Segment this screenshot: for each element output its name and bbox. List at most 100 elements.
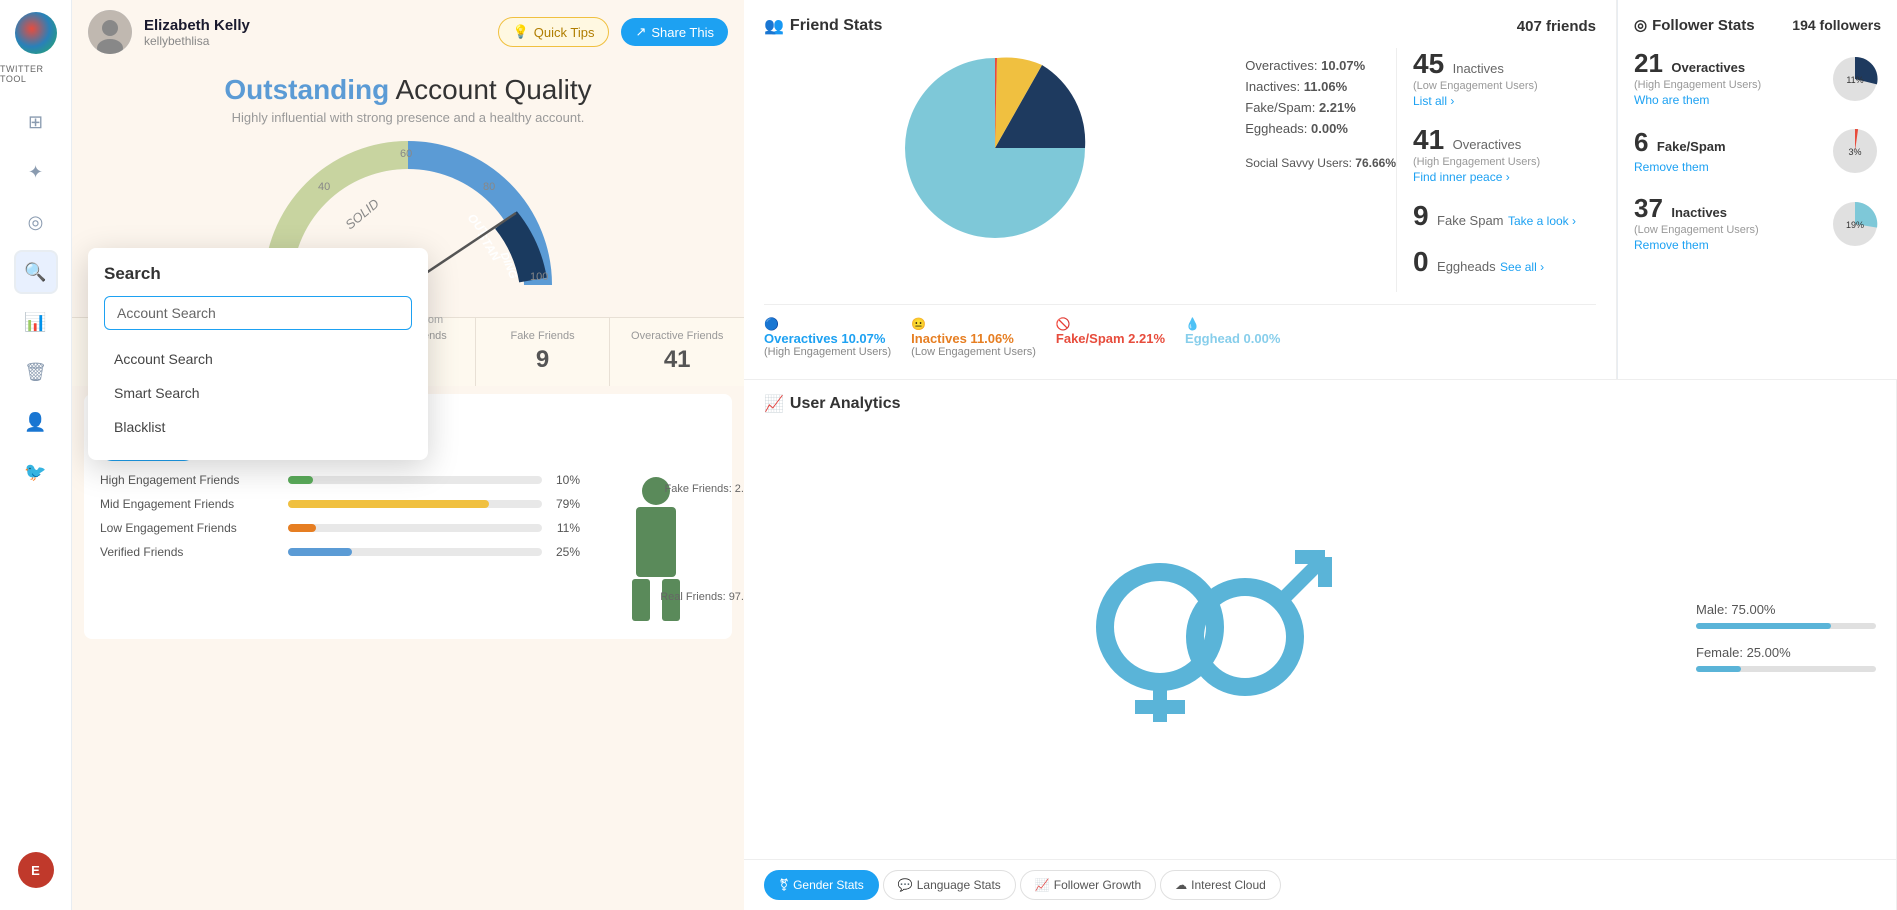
user-avatar-small[interactable]: E: [18, 852, 54, 888]
bs-overactives: 🔵 Overactives 10.07% (High Engagement Us…: [764, 317, 891, 358]
stat-card-fakespam: 9 Fake Spam Take a look ›: [1413, 200, 1596, 232]
stat-card-eggheads-label: Eggheads: [1437, 259, 1496, 274]
sidebar-item-users[interactable]: 👤: [14, 400, 58, 444]
annotation-fake: Fake Friends: 2.21%: [665, 483, 745, 495]
friend-stats-body: Overactives: 10.07% Inactives: 11.06% Fa…: [764, 48, 1596, 292]
bar-track-high: [288, 476, 542, 484]
stat-card-fakespam-link[interactable]: Take a look ›: [1508, 214, 1576, 228]
search-input[interactable]: Account Search: [104, 296, 412, 330]
friends-content: High Engagement Friends 10% Mid Engageme…: [100, 473, 716, 623]
fs-link-overactives[interactable]: Who are them: [1634, 93, 1709, 107]
left-header: Elizabeth Kelly kellybethlisa 💡 Quick Ti…: [72, 0, 744, 64]
outstanding-label: Outstanding: [224, 74, 389, 105]
sidebar-item-analytics[interactable]: 📊: [14, 300, 58, 344]
sidebar-item-target[interactable]: ◎: [14, 200, 58, 244]
stat-card-inactives-sub: (Low Engagement Users): [1413, 80, 1596, 92]
stat-card-eggheads-link[interactable]: See all ›: [1500, 260, 1544, 274]
search-option-account[interactable]: Account Search: [104, 342, 412, 376]
user-analytics-title: 📈 User Analytics: [764, 394, 1876, 414]
fs-sub-inactives: (Low Engagement Users): [1634, 224, 1819, 236]
bar-pct-verified: 25%: [550, 545, 580, 559]
fs-row-inactives: 37 Inactives (Low Engagement Users) Remo…: [1634, 193, 1881, 254]
user-analytics-panel: 📈 User Analytics: [744, 380, 1897, 910]
tab-language-stats[interactable]: 💬 Language Stats: [883, 870, 1016, 900]
stat-card-eggheads: 0 Eggheads See all ›: [1413, 246, 1596, 278]
svg-text:80: 80: [483, 181, 495, 193]
search-option-smart[interactable]: Smart Search: [104, 376, 412, 410]
stat-card-inactives-link[interactable]: List all ›: [1413, 94, 1454, 108]
fs-info-overactives: 21 Overactives (High Engagement Users) W…: [1634, 48, 1819, 109]
legend-fakespam: Fake/Spam: 2.21%: [1245, 100, 1396, 115]
fs-category-fakespam: Fake/Spam: [1657, 139, 1726, 154]
bar-fill-mid: [288, 500, 489, 508]
svg-text:40: 40: [318, 181, 330, 193]
svg-text:3%: 3%: [1848, 147, 1861, 157]
friends-icon: 👥: [764, 16, 784, 36]
tab-interest-cloud[interactable]: ☁ Interest Cloud: [1160, 870, 1281, 900]
stat-overactive: Overactive Friends 41: [610, 318, 744, 386]
language-icon: 💬: [898, 878, 913, 892]
legend-overactives: Overactives: 10.07%: [1245, 58, 1396, 73]
bar-pct-high: 10%: [550, 473, 580, 487]
female-pct: Female: 25.00%: [1696, 645, 1876, 660]
analytics-icon: 📈: [764, 394, 784, 414]
bs-egghead: 💧 Egghead 0.00%: [1185, 317, 1280, 358]
sidebar-item-twitter[interactable]: 🐦: [14, 450, 58, 494]
bar-row-low: Low Engagement Friends 11%: [100, 521, 580, 535]
stat-card-overactives-link[interactable]: Find inner peace ›: [1413, 170, 1510, 184]
friend-stats-side: 45 Inactives (Low Engagement Users) List…: [1396, 48, 1596, 292]
left-panel: Elizabeth Kelly kellybethlisa 💡 Quick Ti…: [72, 0, 744, 910]
bar-row-high: High Engagement Friends 10%: [100, 473, 580, 487]
cloud-icon: ☁: [1175, 878, 1187, 892]
bs-egghead-value: Egghead 0.00%: [1185, 331, 1280, 346]
search-dropdown-title: Search: [104, 264, 412, 284]
sidebar-item-trash[interactable]: 🗑: [14, 350, 58, 394]
score-title-rest: Account Quality: [396, 74, 592, 105]
legend-eggheads: Eggheads: 0.00%: [1245, 121, 1396, 136]
person-figure: Fake Friends: 2.21% Real Friends: 97.79%: [596, 473, 716, 623]
fs-link-inactives[interactable]: Remove them: [1634, 238, 1709, 252]
friend-stats-title: 👥 Friend Stats: [764, 16, 882, 36]
search-option-blacklist[interactable]: Blacklist: [104, 410, 412, 444]
svg-text:19%: 19%: [1846, 220, 1864, 230]
share-icon: ↗: [635, 24, 646, 40]
analytics-right: Male: 75.00% Female: 25.00%: [1676, 414, 1896, 859]
svg-text:60: 60: [400, 148, 412, 160]
bar-track-mid: [288, 500, 542, 508]
svg-text:100: 100: [530, 271, 548, 283]
bar-label-high: High Engagement Friends: [100, 473, 280, 487]
analytics-body: Male: 75.00% Female: 25.00%: [744, 414, 1896, 859]
friend-stats-panel: 👥 Friend Stats 407 friends: [744, 0, 1617, 379]
pie-chart-area: [764, 48, 1225, 292]
tab-gender-stats[interactable]: ⚧ Gender Stats: [764, 870, 879, 900]
fs-row-overactives: 21 Overactives (High Engagement Users) W…: [1634, 48, 1881, 109]
fs-link-fakespam[interactable]: Remove them: [1634, 160, 1709, 174]
fs-mini-pie-fakespam: 3%: [1829, 125, 1881, 177]
bar-fill-verified: [288, 548, 352, 556]
bar-pct-mid: 79%: [550, 497, 580, 511]
annotation-real: Real Friends: 97.79%: [660, 591, 744, 603]
analytics-left: [744, 414, 1676, 859]
stat-card-inactives-label: Inactives: [1453, 61, 1504, 76]
fs-category-overactives: Overactives: [1671, 60, 1745, 75]
follower-stats-count: 194 followers: [1792, 17, 1881, 33]
sidebar-item-dashboard[interactable]: ⊞: [14, 100, 58, 144]
right-bottom: 📈 User Analytics: [744, 380, 1897, 910]
bar-charts: High Engagement Friends 10% Mid Engageme…: [100, 473, 580, 623]
pie-legend: Overactives: 10.07% Inactives: 11.06% Fa…: [1225, 48, 1396, 292]
fs-value-overactives: 21: [1634, 48, 1663, 78]
app-logo[interactable]: [15, 12, 57, 54]
sidebar-item-search[interactable]: 🔍: [14, 250, 58, 294]
fs-category-inactives: Inactives: [1671, 205, 1727, 220]
fs-mini-pie-inactives: 19%: [1829, 198, 1881, 250]
tab-follower-growth[interactable]: 📈 Follower Growth: [1020, 870, 1156, 900]
quick-tips-button[interactable]: 💡 Quick Tips: [498, 17, 610, 47]
share-this-button-header[interactable]: ↗ Share This: [621, 18, 728, 46]
stat-card-eggheads-value: 0: [1413, 246, 1429, 277]
score-title: Outstanding Account Quality: [92, 74, 724, 106]
user-name: Elizabeth Kelly: [144, 17, 486, 34]
bs-overactives-value: Overactives 10.07%: [764, 331, 891, 346]
bar-pct-low: 11%: [550, 521, 580, 535]
sidebar-item-network[interactable]: ✦: [14, 150, 58, 194]
bottom-stats: 🔵 Overactives 10.07% (High Engagement Us…: [764, 304, 1596, 358]
